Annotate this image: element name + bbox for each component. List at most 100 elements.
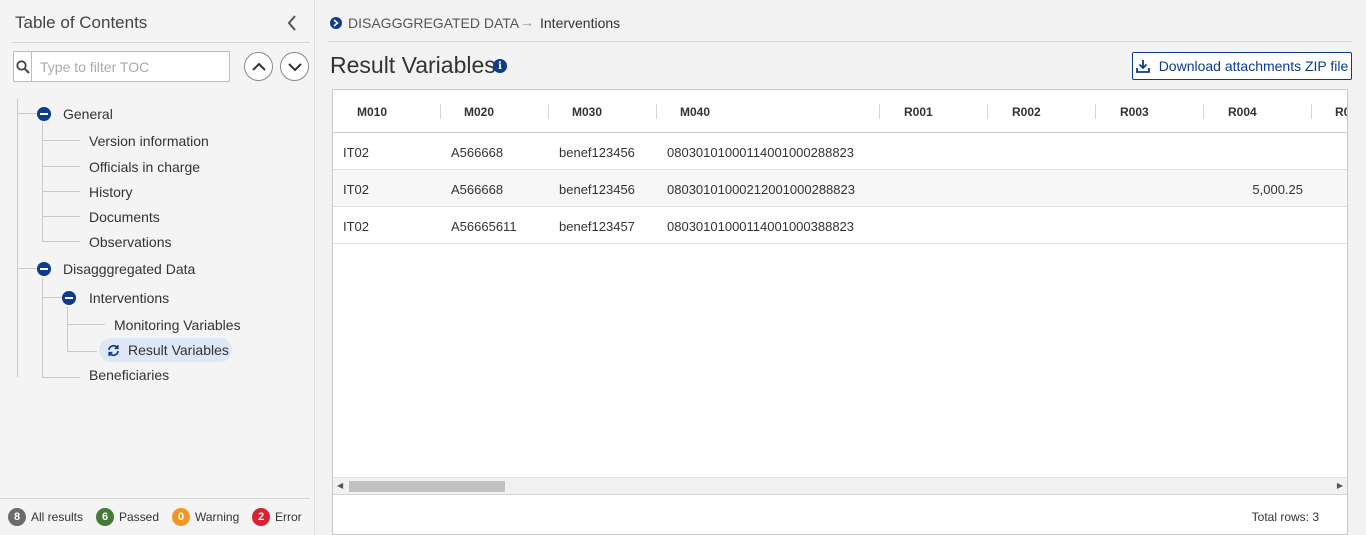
tree-line [67, 307, 68, 352]
column-separator[interactable] [987, 104, 988, 119]
cell-m030: benef123456 [559, 145, 635, 160]
column-header-m030[interactable]: M030 [572, 105, 602, 119]
passed-count-badge[interactable]: 6 [96, 508, 114, 526]
column-separator[interactable] [1203, 104, 1204, 119]
tree-line [42, 191, 80, 192]
divider [12, 42, 310, 43]
collapse-general-icon[interactable] [37, 107, 51, 121]
cell-m040: 08030101000114001000388823 [667, 219, 855, 234]
search-icon [14, 52, 32, 81]
cell-m030: benef123457 [559, 219, 635, 234]
toc-item-disaggregated-data[interactable]: Disagggregated Data [63, 261, 195, 277]
result-variables-grid: M010 M020 M030 M040 R001 R002 R003 R004 … [332, 89, 1348, 535]
next-item-button[interactable] [280, 52, 309, 81]
tree-line [42, 166, 80, 167]
error-filter[interactable]: Error [275, 510, 302, 524]
tree-line [42, 297, 62, 298]
toc-item-general[interactable]: General [63, 106, 113, 122]
column-header-r002[interactable]: R002 [1012, 105, 1041, 119]
cell-m010: IT02 [343, 219, 370, 234]
info-icon[interactable]: i [493, 59, 507, 73]
tree-line [42, 140, 80, 141]
toc-item-interventions[interactable]: Interventions [89, 290, 169, 306]
horizontal-scrollbar[interactable]: ◀ ▶ [333, 477, 1347, 494]
column-separator[interactable] [548, 104, 549, 119]
column-header-m040[interactable]: M040 [680, 105, 710, 119]
chevron-down-icon [287, 62, 302, 71]
toc-item-officials-in-charge[interactable]: Officials in charge [89, 159, 200, 175]
tree-line [42, 241, 80, 242]
table-row[interactable]: IT02 A566668 benef123456 080301010001140… [333, 133, 1347, 170]
tree-line [42, 278, 43, 377]
divider [0, 498, 310, 499]
breadcrumb-current[interactable]: Interventions [540, 15, 620, 31]
cell-m020: A566668 [451, 145, 504, 160]
all-results-filter[interactable]: All results [31, 510, 83, 524]
column-separator[interactable] [1311, 104, 1312, 119]
tree-line [67, 324, 105, 325]
passed-filter[interactable]: Passed [119, 510, 159, 524]
chevron-up-icon [251, 62, 266, 71]
tree-line [17, 268, 37, 269]
toc-sidebar: Table of Contents Type to filter TOC Gen… [0, 0, 315, 535]
toc-item-history[interactable]: History [89, 184, 133, 200]
toc-filter [13, 51, 230, 82]
tree-line [42, 216, 80, 217]
tree-line [42, 377, 80, 378]
column-separator[interactable] [1095, 104, 1096, 119]
toc-item-documents[interactable]: Documents [89, 209, 160, 225]
cell-m040: 08030101000212001000288823 [667, 182, 855, 197]
toc-item-version-information[interactable]: Version information [89, 133, 209, 149]
cell-m020: A56665611 [451, 219, 517, 234]
toc-item-monitoring-variables[interactable]: Monitoring Variables [114, 317, 241, 333]
column-header-m020[interactable]: M020 [464, 105, 494, 119]
toc-filter-input[interactable] [32, 52, 229, 81]
breadcrumb-parent-link[interactable]: DISAGGGREGATED DATA [348, 15, 519, 31]
chevron-right-circle-icon [330, 17, 342, 29]
previous-item-button[interactable] [244, 52, 273, 81]
toc-item-beneficiaries[interactable]: Beneficiaries [89, 367, 169, 383]
column-header-r005[interactable]: R0 [1335, 105, 1347, 119]
refresh-icon [108, 344, 119, 357]
column-separator[interactable] [440, 104, 441, 119]
cell-m030: benef123456 [559, 182, 635, 197]
all-results-count-badge[interactable]: 8 [8, 508, 26, 526]
chevron-left-icon [287, 15, 296, 31]
warning-count-badge[interactable]: 0 [172, 508, 190, 526]
cell-m040: 08030101000114001000288823 [667, 145, 855, 160]
tree-line [17, 113, 37, 114]
divider [328, 41, 1352, 42]
column-header-r003[interactable]: R003 [1120, 105, 1149, 119]
table-row[interactable]: IT02 A56665611 benef123457 0803010100011… [333, 207, 1347, 244]
cell-m010: IT02 [343, 182, 370, 197]
collapse-disaggregated-icon[interactable] [37, 262, 51, 276]
page-title: Result Variables [330, 52, 496, 78]
scroll-left-icon[interactable]: ◀ [337, 481, 343, 490]
column-header-r004[interactable]: R004 [1228, 105, 1257, 119]
scrollbar-thumb[interactable] [349, 481, 505, 492]
column-separator[interactable] [879, 104, 880, 119]
column-header-m010[interactable]: M010 [357, 105, 387, 119]
download-attachments-button[interactable]: Download attachments ZIP file [1132, 52, 1352, 80]
table-row[interactable]: IT02 A566668 benef123456 080301010002120… [333, 170, 1347, 207]
warning-filter[interactable]: Warning [195, 510, 239, 524]
download-attachments-label: Download attachments ZIP file [1158, 58, 1349, 74]
main-content: DISAGGGREGATED DATA → Interventions Resu… [316, 0, 1366, 535]
tree-line [17, 99, 18, 377]
toc-item-observations[interactable]: Observations [89, 234, 171, 250]
collapse-sidebar-button[interactable] [281, 12, 303, 34]
toc-item-result-variables[interactable]: Result Variables [128, 342, 229, 358]
collapse-interventions-icon[interactable] [62, 291, 76, 305]
grid-header: M010 M020 M030 M040 R001 R002 R003 R004 … [333, 90, 1347, 133]
tree-line [67, 351, 97, 352]
total-rows: Total rows: 3 [1251, 510, 1319, 524]
column-header-r001[interactable]: R001 [904, 105, 933, 119]
error-count-badge[interactable]: 2 [252, 508, 270, 526]
cell-r004: 5,000.25 [1252, 182, 1303, 197]
cell-m020: A566668 [451, 182, 504, 197]
column-separator[interactable] [656, 104, 657, 119]
cell-m010: IT02 [343, 145, 370, 160]
grid-footer: Total rows: 3 [333, 494, 1347, 534]
scroll-right-icon[interactable]: ▶ [1337, 481, 1343, 490]
download-icon [1135, 60, 1150, 73]
